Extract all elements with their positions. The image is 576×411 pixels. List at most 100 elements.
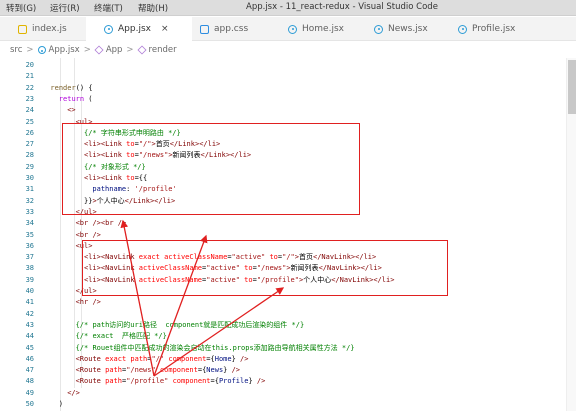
code-token: <Route — [75, 377, 101, 386]
react-file-icon — [458, 24, 467, 34]
code-token: </> — [67, 388, 80, 397]
code-line[interactable]: 24 <> — [0, 105, 576, 116]
code-line[interactable]: 42 — [0, 309, 576, 320]
close-icon[interactable]: × — [161, 24, 169, 34]
tab-label: Home.jsx — [302, 24, 344, 34]
line-number: 42 — [25, 309, 34, 318]
line-number: 49 — [25, 388, 34, 397]
tab-label: app.css — [214, 24, 249, 34]
line-number: 45 — [25, 343, 34, 352]
code-token: <br /> — [75, 230, 101, 239]
code-token: component — [168, 354, 207, 363]
tab-app-css[interactable]: app.css — [192, 17, 282, 41]
line-number: 25 — [25, 117, 34, 126]
code-token: path — [130, 354, 148, 363]
code-token: <> — [67, 106, 76, 115]
breadcrumb-item[interactable]: src — [10, 45, 22, 55]
line-number: 21 — [25, 72, 34, 81]
line-code: {/* path访问的uri路径 component就是匹配成功后渲染的组件 *… — [76, 320, 305, 331]
code-token: Home — [214, 354, 232, 363]
breadcrumb-separator: > — [126, 45, 134, 55]
code-line[interactable]: 22 render() { — [0, 83, 576, 94]
breadcrumb-item[interactable]: App.jsx — [49, 45, 80, 55]
js-file-icon — [18, 24, 27, 34]
breadcrumb-item[interactable]: App — [106, 45, 123, 55]
window-title: App.jsx - 11_react-redux - Visual Studio… — [246, 2, 438, 12]
line-code: <br /><br /> — [76, 218, 127, 229]
line-number: 28 — [25, 151, 34, 160]
line-number: 43 — [25, 320, 34, 329]
code-line[interactable]: 23 return ( — [0, 94, 576, 105]
code-line[interactable]: 45 {/* Rouet组件中匹配成功的渲染会自动在this.props添加路由导… — [0, 343, 576, 354]
code-token: /> — [256, 377, 266, 386]
code-token: path — [105, 377, 122, 386]
tab-label: App.jsx — [118, 24, 151, 34]
line-code: <> — [67, 105, 75, 116]
line-number: 24 — [25, 106, 34, 115]
code-token: {/* Rouet组件中匹配成功的渲染会自动在this.props添加路由导航相… — [75, 343, 355, 352]
code-line[interactable]: 20 — [0, 60, 576, 71]
code-token: "/news" — [126, 366, 156, 375]
code-token: } — [223, 366, 232, 375]
tab-index-js[interactable]: index.js — [0, 17, 86, 41]
react-file-icon — [288, 24, 297, 34]
code-token: <br /> — [100, 219, 127, 228]
line-number: 31 — [25, 185, 34, 194]
line-number: 32 — [25, 196, 34, 205]
code-token: News — [206, 366, 224, 375]
method-symbol-icon — [137, 45, 147, 55]
menu-terminal[interactable]: 终端(T) — [94, 2, 123, 14]
react-file-icon — [104, 24, 113, 34]
code-editor[interactable]: 20 21 22 render() {23 return (24 <> 25 <ul> 26 {/… — [0, 58, 576, 411]
code-line[interactable]: 21 — [0, 71, 576, 82]
code-token: <hr /> — [75, 298, 101, 307]
line-code: <br /> — [76, 230, 101, 241]
code-line[interactable]: 43 {/* path访问的uri路径 component就是匹配成功后渲染的组件… — [0, 320, 576, 331]
breadcrumb-item[interactable]: render — [149, 45, 177, 55]
annotation-box-navlink — [82, 240, 448, 296]
breadcrumb-separator: > — [83, 45, 91, 55]
line-number: 38 — [25, 264, 34, 273]
line-number: 36 — [25, 241, 34, 250]
line-number: 27 — [25, 140, 34, 149]
line-number: 41 — [25, 298, 34, 307]
code-line[interactable]: 49 </> — [0, 388, 576, 399]
code-token: <Route — [75, 354, 101, 363]
line-code: return ( — [59, 94, 93, 105]
line-number: 50 — [25, 400, 34, 408]
tab-profile-jsx[interactable]: Profile.jsx — [458, 17, 568, 41]
code-line[interactable]: 35 <br /> — [0, 230, 576, 241]
tab-news-jsx[interactable]: News.jsx — [370, 17, 458, 41]
line-code: <Route exact path="/" component={Home} /… — [76, 354, 249, 365]
vertical-scrollbar[interactable] — [566, 58, 576, 411]
tab-label: News.jsx — [388, 24, 428, 34]
line-code: <Route path="/profile" component={Profil… — [76, 376, 266, 387]
code-line[interactable]: 46 <Route exact path="/" component={Home}… — [0, 354, 576, 365]
code-token: return — [58, 94, 85, 103]
menu-go[interactable]: 转到(G) — [6, 2, 36, 14]
code-line[interactable]: 44 {/* exact 严格匹配 */} — [0, 331, 576, 342]
breadcrumb-separator: > — [26, 45, 34, 55]
code-line[interactable]: 47 <Route path="/news" component={News} /… — [0, 365, 576, 376]
code-token: "/profile" — [126, 377, 169, 386]
annotation-box-link — [62, 123, 360, 215]
code-token: ( — [84, 94, 93, 103]
line-code: render() { — [50, 83, 92, 94]
line-code: {/* exact 严格匹配 */} — [76, 331, 167, 342]
menu-help[interactable]: 帮助(H) — [138, 2, 168, 14]
code-token: Profile — [218, 377, 249, 386]
code-line[interactable]: 48 <Route path="/profile" component={Prof… — [0, 376, 576, 387]
scrollbar-thumb[interactable] — [568, 60, 576, 114]
css-file-icon — [200, 24, 209, 34]
code-line[interactable]: 50) — [0, 399, 576, 410]
code-token: } — [231, 354, 241, 363]
code-token: <br /> — [75, 219, 101, 228]
menu-run[interactable]: 运行(R) — [50, 2, 80, 14]
tab-home-jsx[interactable]: Home.jsx — [282, 17, 370, 41]
code-line[interactable]: 34 <br /><br /> — [0, 218, 576, 229]
line-number: 47 — [25, 366, 34, 375]
code-token: /> — [240, 354, 249, 363]
code-line[interactable]: 41 <hr /> — [0, 297, 576, 308]
tab-app-jsx[interactable]: App.jsx × — [86, 17, 192, 41]
code-token: component — [172, 377, 211, 386]
